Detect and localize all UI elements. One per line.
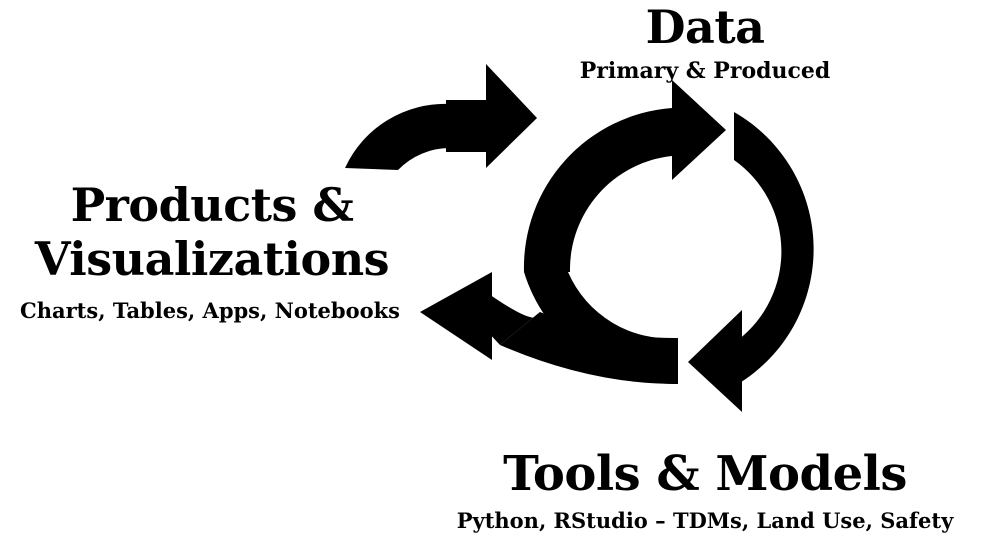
cycle-bottom-arrow-icon bbox=[688, 112, 814, 412]
products-node-title-line1: Products & bbox=[70, 178, 354, 232]
cycle-top-arrow-icon bbox=[523, 80, 726, 272]
products-node-title-line2: Visualizations bbox=[34, 232, 390, 286]
data-node-title: Data bbox=[645, 0, 765, 54]
workflow-cycle-diagram: Data Primary & Produced Products & Visua… bbox=[0, 0, 990, 546]
tools-node-title: Tools & Models bbox=[503, 446, 907, 502]
products-node-subtitle: Charts, Tables, Apps, Notebooks bbox=[20, 298, 400, 323]
products-to-data-arrow-icon bbox=[345, 64, 537, 170]
loop-to-products-arrow-icon bbox=[420, 272, 678, 385]
tools-node-subtitle: Python, RStudio – TDMs, Land Use, Safety bbox=[456, 508, 954, 533]
data-node-subtitle: Primary & Produced bbox=[579, 58, 831, 84]
